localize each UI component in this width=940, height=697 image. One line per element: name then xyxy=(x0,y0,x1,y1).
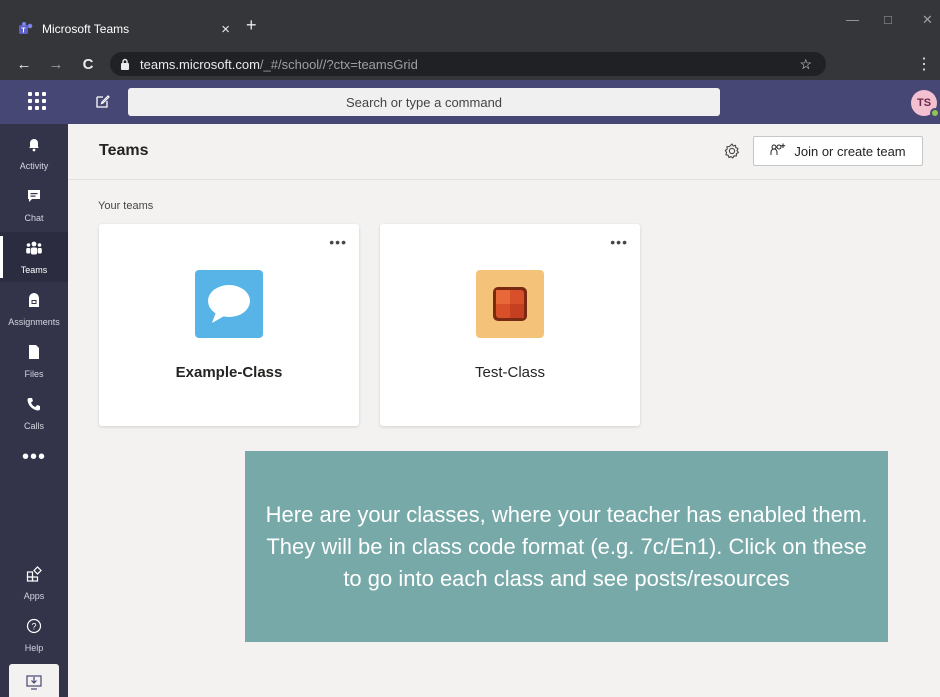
rail-label: Apps xyxy=(23,590,45,601)
more-apps-icon[interactable]: ••• xyxy=(0,446,68,469)
rail-item-apps[interactable]: Apps xyxy=(0,558,68,608)
team-card-example-class[interactable]: ••• Example-Class xyxy=(99,224,359,426)
page-header: Teams Join or create team xyxy=(68,124,940,180)
rail-item-assignments[interactable]: Assignments xyxy=(0,284,68,334)
avatar-initials: TS xyxy=(916,97,932,109)
back-icon[interactable]: ← xyxy=(14,54,34,74)
browser-tab[interactable]: T Microsoft Teams × xyxy=(8,10,240,48)
forward-icon[interactable]: → xyxy=(46,54,66,74)
teams-favicon-icon: T xyxy=(18,21,34,37)
team-card-test-class[interactable]: ••• Test-Class xyxy=(380,224,640,426)
rail-label: Calls xyxy=(23,420,44,431)
teams-icon xyxy=(25,240,43,261)
svg-text:?: ? xyxy=(31,621,36,631)
rail-label: Teams xyxy=(20,264,48,275)
new-chat-icon[interactable] xyxy=(92,90,114,112)
rail-item-calls[interactable]: Calls xyxy=(0,388,68,438)
chat-icon xyxy=(26,188,42,209)
join-or-create-team-button[interactable]: Join or create team xyxy=(753,136,923,166)
your-teams-label: Your teams xyxy=(98,200,154,212)
tab-title: Microsoft Teams xyxy=(42,22,130,36)
help-icon: ? xyxy=(26,618,42,639)
window-close-icon[interactable]: ✕ xyxy=(922,12,933,28)
presence-badge-icon xyxy=(930,108,940,118)
bell-icon xyxy=(26,136,42,157)
tab-close-icon[interactable]: × xyxy=(221,21,230,38)
add-people-icon xyxy=(770,143,786,160)
rail-label: Assignments xyxy=(8,316,60,327)
speech-bubble-icon xyxy=(208,285,250,323)
new-tab-icon[interactable]: + xyxy=(246,16,257,34)
team-avatar-tile xyxy=(195,270,263,338)
team-name: Test-Class xyxy=(474,364,545,381)
rail-item-chat[interactable]: Chat xyxy=(0,180,68,230)
team-name: Example-Class xyxy=(175,364,283,381)
browser-menu-icon[interactable]: ⋮ xyxy=(916,54,932,74)
teams-header: Search or type a command TS xyxy=(0,80,940,124)
rail-label: Chat xyxy=(24,212,44,223)
rail-label: Activity xyxy=(19,160,49,171)
bookmark-star-icon[interactable]: ☆ xyxy=(799,56,812,73)
rail-item-files[interactable]: Files xyxy=(0,336,68,386)
minimize-icon[interactable]: — xyxy=(846,12,859,27)
more-options-icon[interactable]: ••• xyxy=(329,234,347,250)
team-avatar-tile xyxy=(476,270,544,338)
join-button-label: Join or create team xyxy=(794,143,906,159)
reload-icon[interactable]: C xyxy=(78,54,98,74)
settings-gear-icon[interactable] xyxy=(722,141,742,161)
maximize-icon[interactable]: □ xyxy=(884,12,892,27)
app-launcher-icon[interactable] xyxy=(28,92,46,110)
phone-icon xyxy=(26,396,42,417)
page-title: Teams xyxy=(99,142,149,159)
rail-item-help[interactable]: ? Help xyxy=(0,610,68,660)
class-grid-icon xyxy=(493,287,527,321)
avatar[interactable]: TS xyxy=(911,90,940,118)
search-input[interactable]: Search or type a command xyxy=(128,88,720,116)
rail-label: Help xyxy=(24,642,44,653)
url-field[interactable]: teams.microsoft.com/_#/school//?ctx=team… xyxy=(110,52,826,76)
rail-label: Files xyxy=(24,368,44,379)
url-path: /_#/school//?ctx=teamsGrid xyxy=(259,56,418,72)
more-options-icon[interactable]: ••• xyxy=(610,234,628,250)
svg-text:T: T xyxy=(21,28,26,35)
rail-item-teams[interactable]: Teams xyxy=(0,232,68,282)
url-domain: teams.microsoft.com xyxy=(140,56,260,72)
app-rail: Activity Chat Teams Assignments Files Ca… xyxy=(0,124,68,697)
download-app-icon[interactable] xyxy=(9,664,59,697)
files-icon xyxy=(27,344,41,365)
lock-icon xyxy=(120,58,130,70)
address-bar: ← → C teams.microsoft.com/_#/school//?ct… xyxy=(0,48,940,80)
apps-icon xyxy=(26,565,42,587)
browser-tabstrip: T Microsoft Teams × + — □ ✕ xyxy=(0,0,940,48)
instruction-callout: Here are your classes, where your teache… xyxy=(245,451,888,642)
assignments-icon xyxy=(26,292,42,313)
rail-item-activity[interactable]: Activity xyxy=(0,128,68,178)
